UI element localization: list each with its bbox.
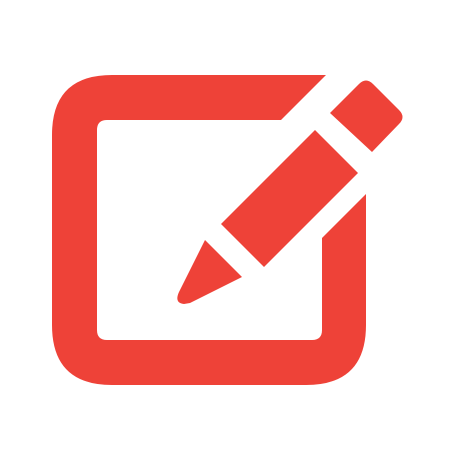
icon-canvas [0,0,460,460]
pencil-eraser-icon [330,80,403,152]
square-frame-icon [52,75,366,385]
edit-icon[interactable] [0,0,460,460]
pencil-tip-icon [177,240,242,304]
